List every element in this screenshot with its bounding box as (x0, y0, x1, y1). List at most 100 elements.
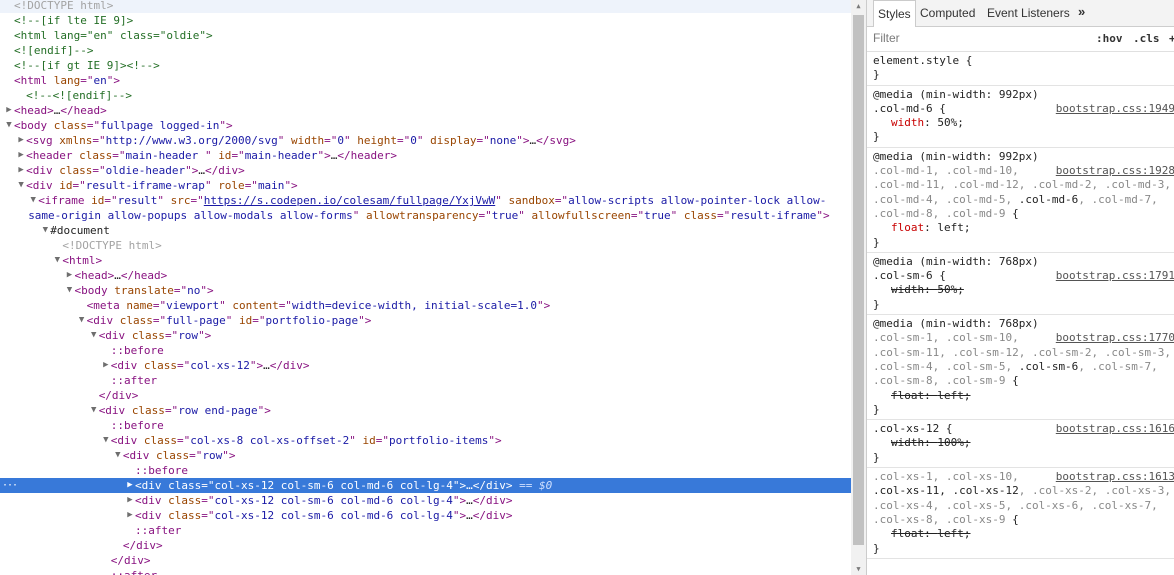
tab-computed[interactable]: Computed (916, 0, 979, 26)
rule-selector[interactable]: element.style { (873, 54, 1174, 68)
collapse-triangle-icon[interactable]: ▼ (89, 328, 99, 343)
dom-node[interactable]: <html lang="en"> (0, 73, 851, 88)
css-declaration[interactable]: width: 100%; (873, 436, 1174, 450)
rule-source-link[interactable]: bootstrap.css:1791 (1056, 269, 1174, 283)
node-options-ellipsis-icon[interactable]: ··· (2, 478, 18, 493)
dom-node[interactable]: ▼ <div id="result-iframe-wrap" role="main… (0, 178, 851, 193)
dom-node[interactable]: ::after (0, 568, 851, 575)
style-rule[interactable]: @media (min-width: 992px) bootstrap.css:1… (867, 86, 1174, 148)
dom-node[interactable]: ▼ <body class="fullpage logged-in"> (0, 118, 851, 133)
css-value[interactable]: left; (937, 389, 970, 402)
dom-node[interactable]: <!--<![endif]--> (0, 88, 851, 103)
scroll-up-arrow-icon[interactable]: ▲ (851, 0, 866, 12)
collapse-triangle-icon[interactable]: ▼ (16, 178, 26, 193)
dom-node[interactable]: ::before (0, 463, 851, 478)
cls-toggle-button[interactable]: .cls (1133, 32, 1160, 45)
dom-node[interactable]: </div> (0, 388, 851, 403)
css-value[interactable]: left; (937, 527, 970, 540)
dom-node[interactable]: ::after (0, 523, 851, 538)
css-declaration[interactable]: float: left; (873, 389, 1174, 403)
dom-node[interactable]: ::before (0, 343, 851, 358)
dom-node[interactable]: ▶ <div class="col-xs-12">…</div> (0, 358, 851, 373)
dom-node[interactable]: ▶ <head>…</head> (0, 103, 851, 118)
dom-node[interactable]: ▶ <header class="main-header " id="main-h… (0, 148, 851, 163)
expand-triangle-icon[interactable]: ▶ (16, 148, 26, 163)
css-value[interactable]: 50%; (937, 116, 964, 129)
dom-node[interactable]: ▼ #document (0, 223, 851, 238)
css-property[interactable]: width (891, 283, 924, 296)
style-rule[interactable]: @media (min-width: 768px) bootstrap.css:1… (867, 315, 1174, 421)
new-style-rule-plus-button[interactable]: + (1169, 32, 1174, 45)
dom-node[interactable]: </div> (0, 553, 851, 568)
expand-triangle-icon[interactable]: ▶ (125, 478, 135, 493)
expand-triangle-icon[interactable]: ▶ (16, 133, 26, 148)
dom-node[interactable]: <html lang="en" class="oldie"> (0, 28, 851, 43)
scroll-down-arrow-icon[interactable]: ▼ (851, 563, 866, 575)
expand-triangle-icon[interactable]: ▶ (101, 358, 111, 373)
dom-node[interactable]: ▼ <iframe id="result" src="https://s.code… (0, 193, 851, 223)
css-property[interactable]: float (891, 527, 924, 540)
rule-source-link[interactable]: bootstrap.css:1770 (1056, 331, 1174, 345)
rule-source-link[interactable]: bootstrap.css:1949 (1056, 102, 1174, 116)
iframe-src-link[interactable]: https://s.codepen.io/colesam/fullpage/Yx… (204, 194, 495, 207)
dom-node-selected[interactable]: ··· ▶ <div class="col-xs-12 col-sm-6 col-m… (0, 478, 851, 493)
more-tabs-chevron-icon[interactable]: » (1078, 0, 1085, 26)
style-rule[interactable]: @media (min-width: 992px) bootstrap.css:1… (867, 148, 1174, 253)
collapse-triangle-icon[interactable]: ▼ (52, 253, 62, 268)
expand-triangle-icon[interactable]: ▶ (125, 508, 135, 523)
style-rule[interactable]: element.style {} (867, 52, 1174, 86)
css-value[interactable]: 50%; (937, 283, 964, 296)
css-declaration[interactable]: float: left; (873, 527, 1174, 541)
scrollbar-thumb[interactable] (853, 15, 864, 545)
expand-triangle-icon[interactable]: ▶ (16, 163, 26, 178)
dom-node[interactable]: <!--[if lte IE 9]> (0, 13, 851, 28)
collapse-triangle-icon[interactable]: ▼ (28, 193, 38, 208)
styles-filter-input[interactable] (873, 31, 1073, 45)
dom-node[interactable]: ▼ <div class="col-xs-8 col-xs-offset-2" i… (0, 433, 851, 448)
css-property[interactable]: float (891, 389, 924, 402)
dom-node[interactable]: ▶ <head>…</head> (0, 268, 851, 283)
dom-node[interactable]: ▼ <body translate="no"> (0, 283, 851, 298)
dom-node[interactable]: ▼ <div class="row"> (0, 448, 851, 463)
dom-node[interactable]: <!DOCTYPE html> (0, 0, 851, 13)
dom-node[interactable]: <!--[if gt IE 9]><!--> (0, 58, 851, 73)
dom-node[interactable]: <![endif]--> (0, 43, 851, 58)
css-property[interactable]: float (891, 221, 924, 234)
dom-node[interactable]: ▼ <html> (0, 253, 851, 268)
dom-node[interactable]: ▼ <div class="full-page" id="portfolio-pa… (0, 313, 851, 328)
css-value[interactable]: 100%; (937, 436, 970, 449)
dom-node[interactable]: ▶ <div class="col-xs-12 col-sm-6 col-md-6… (0, 508, 851, 523)
collapse-triangle-icon[interactable]: ▼ (101, 433, 111, 448)
dom-node[interactable]: ▼ <div class="row end-page"> (0, 403, 851, 418)
css-property[interactable]: width (891, 116, 924, 129)
style-rule[interactable]: bootstrap.css:1613 .col-xs-1, .col-xs-10,… (867, 468, 1174, 559)
css-value[interactable]: left; (937, 221, 970, 234)
collapse-triangle-icon[interactable]: ▼ (113, 448, 123, 463)
dom-node[interactable]: ▶ <div class="oldie-header">…</div> (0, 163, 851, 178)
dom-node[interactable]: <!DOCTYPE html> (0, 238, 851, 253)
rule-source-link[interactable]: bootstrap.css:1928 (1056, 164, 1174, 178)
expand-triangle-icon[interactable]: ▶ (4, 103, 14, 118)
collapse-triangle-icon[interactable]: ▼ (4, 118, 14, 133)
dom-node[interactable]: </div> (0, 538, 851, 553)
elements-scrollbar[interactable]: ▲ ▼ (851, 0, 866, 575)
collapse-triangle-icon[interactable]: ▼ (65, 283, 75, 298)
tab-event-listeners[interactable]: Event Listeners (983, 0, 1074, 26)
css-property[interactable]: width (891, 436, 924, 449)
style-rule[interactable]: @media (min-width: 768px) bootstrap.css:1… (867, 253, 1174, 316)
rule-source-link[interactable]: bootstrap.css:1613 (1056, 470, 1174, 484)
expand-triangle-icon[interactable]: ▶ (65, 268, 75, 283)
expand-triangle-icon[interactable]: ▶ (125, 493, 135, 508)
rule-source-link[interactable]: bootstrap.css:1616 (1056, 422, 1174, 436)
collapse-triangle-icon[interactable]: ▼ (89, 403, 99, 418)
css-declaration[interactable]: float: left; (873, 221, 1174, 235)
dom-node[interactable]: ::after (0, 373, 851, 388)
collapse-triangle-icon[interactable]: ▼ (40, 223, 50, 238)
dom-node[interactable]: ▶ <svg xmlns="http://www.w3.org/2000/svg"… (0, 133, 851, 148)
dom-node[interactable]: ▶ <div class="col-xs-12 col-sm-6 col-md-6… (0, 493, 851, 508)
style-rule[interactable]: bootstrap.css:1616 .col-xs-12 {width: 100… (867, 420, 1174, 469)
tab-styles[interactable]: Styles (873, 0, 916, 27)
hov-toggle-button[interactable]: :hov (1096, 32, 1123, 45)
collapse-triangle-icon[interactable]: ▼ (77, 313, 87, 328)
dom-node[interactable]: <meta name="viewport" content="width=dev… (0, 298, 851, 313)
